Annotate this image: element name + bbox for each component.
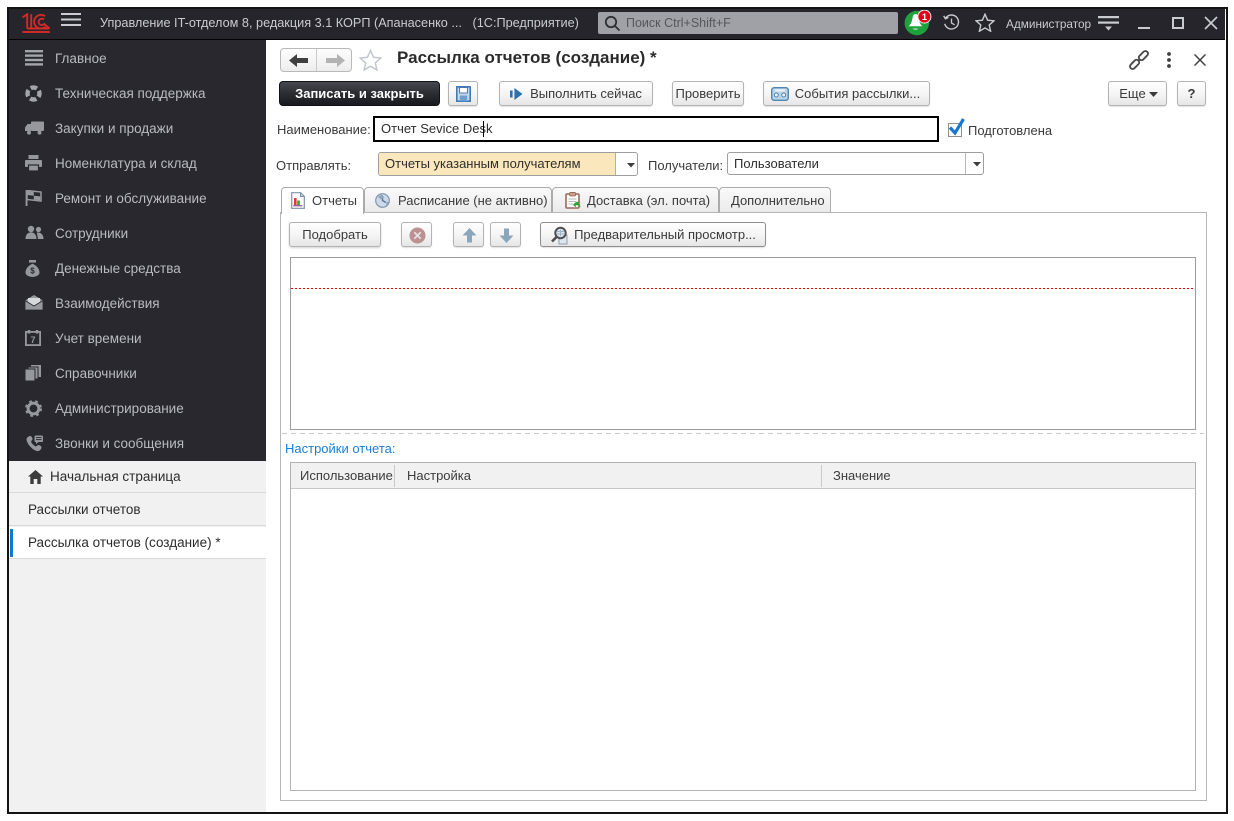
svg-text:1: 1 xyxy=(922,12,927,22)
svg-text:7: 7 xyxy=(30,335,35,345)
svg-text:$: $ xyxy=(30,267,35,276)
